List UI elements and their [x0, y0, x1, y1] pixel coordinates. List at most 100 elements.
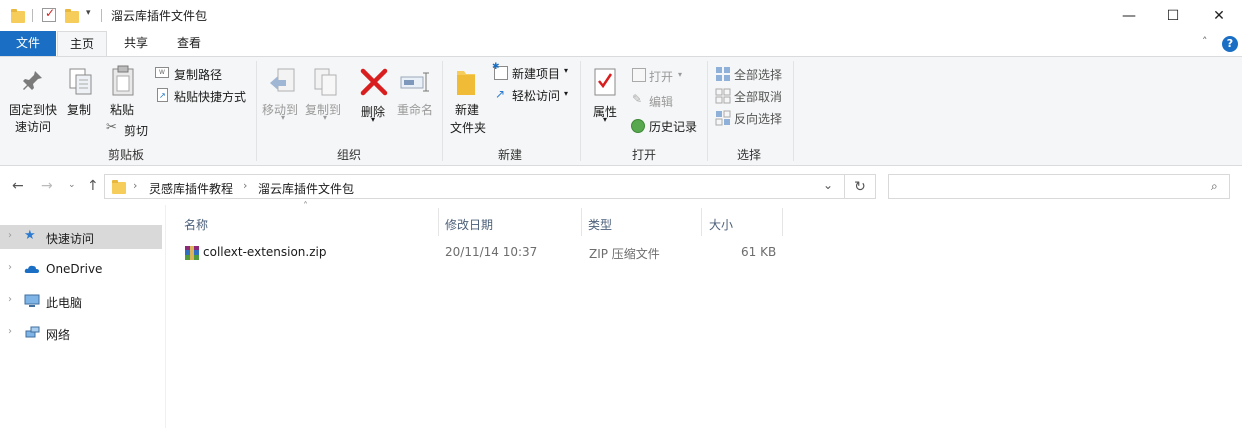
zip-archive-icon: [185, 246, 199, 260]
search-box[interactable]: ⌕: [888, 174, 1230, 199]
column-divider[interactable]: [701, 208, 702, 236]
select-all-label: 全部选择: [734, 68, 783, 82]
properties-quick-icon[interactable]: ✓: [42, 6, 56, 22]
easy-access-dropdown-icon: ▾: [564, 89, 569, 98]
breadcrumb-separator-icon: ›: [133, 179, 138, 192]
divider: [101, 9, 102, 22]
select-none-icon: [715, 88, 731, 104]
new-folder-icon: [457, 71, 475, 95]
file-modified: 20/11/14 10:37: [445, 245, 538, 259]
open-dropdown-icon: ▾: [678, 70, 683, 79]
copy-label: 复制: [67, 103, 92, 117]
folder-icon: [112, 180, 126, 194]
quick-access-dropdown-icon[interactable]: ▾: [86, 8, 91, 18]
column-header-size[interactable]: 大小: [709, 216, 733, 233]
tab-home[interactable]: 主页: [57, 31, 107, 57]
breadcrumb-item[interactable]: 灵感库插件教程: [149, 180, 233, 197]
collapse-ribbon-icon[interactable]: ˄: [1202, 35, 1208, 48]
ribbon-tabs: 文件 主页 共享 查看 ˄ ?: [0, 31, 1242, 57]
move-to-dropdown-icon: ▾: [281, 113, 286, 122]
help-icon[interactable]: ?: [1222, 36, 1238, 52]
rename-label: 重命名: [397, 103, 434, 117]
pin-label-line2: 速访问: [15, 120, 52, 134]
column-divider[interactable]: [581, 208, 582, 236]
paste-shortcut-icon: ↗: [157, 88, 168, 102]
back-arrow-icon[interactable]: ←: [12, 178, 24, 194]
tab-view[interactable]: 查看: [163, 31, 215, 56]
invert-selection-icon: [715, 110, 731, 126]
rename-icon: [400, 72, 429, 92]
forward-arrow-icon[interactable]: →: [41, 178, 53, 194]
new-item-label: 新建项目: [512, 67, 561, 81]
column-header-modified[interactable]: 修改日期: [445, 216, 493, 233]
file-list: ˄ 名称 修改日期 类型 大小 collext-extension.zip 20…: [166, 201, 1242, 428]
edit-label: 编辑: [649, 95, 674, 109]
window-title: 溜云库插件文件包: [111, 9, 208, 23]
move-to-label: 移动到: [262, 103, 299, 117]
new-folder-quick-icon[interactable]: [65, 9, 79, 23]
easy-access-label: 轻松访问: [512, 89, 561, 103]
paste-shortcut-label: 粘贴快捷方式: [174, 90, 247, 104]
edit-icon: ✎: [632, 92, 643, 106]
group-divider: [442, 61, 443, 161]
expand-arrow-icon[interactable]: ›: [8, 230, 12, 241]
refresh-button[interactable]: ↻: [845, 174, 876, 199]
properties-icon: [594, 68, 616, 96]
copy-path-icon: W: [155, 67, 169, 78]
cloud-icon: [24, 265, 39, 273]
new-folder-label-line2: 文件夹: [450, 121, 487, 135]
history-label: 历史记录: [649, 120, 698, 134]
network-icon: [25, 326, 40, 338]
close-button[interactable]: ✕: [1196, 0, 1242, 31]
new-group-label: 新建: [498, 148, 523, 162]
open-label: 打开: [649, 70, 674, 84]
maximize-button[interactable]: ☐: [1150, 0, 1196, 31]
address-row: ← → ⌄ ↑ › 灵感库插件教程 › 溜云库插件文件包 ⌄ ↻ ⌕: [0, 167, 1242, 205]
nav-label: 此电脑: [46, 296, 83, 310]
column-header-name[interactable]: 名称: [184, 216, 208, 233]
tab-file[interactable]: 文件: [0, 31, 56, 56]
delete-dropdown-icon: ▾: [371, 115, 376, 124]
new-folder-label-line1: 新建: [455, 103, 480, 117]
pin-icon: [23, 71, 42, 90]
copy-icon: [69, 68, 92, 95]
breadcrumb-separator-icon: ›: [243, 179, 248, 192]
column-header-type[interactable]: 类型: [588, 216, 612, 233]
open-icon: [632, 68, 646, 82]
computer-icon: [24, 294, 40, 307]
paste-label: 粘贴: [110, 103, 135, 117]
group-divider: [580, 61, 581, 161]
breadcrumb-item[interactable]: 溜云库插件文件包: [258, 180, 354, 197]
divider: [32, 9, 33, 22]
expand-arrow-icon[interactable]: ›: [8, 294, 12, 305]
file-type: ZIP 压缩文件: [589, 247, 660, 261]
scissors-icon: ✂: [106, 120, 117, 135]
organize-group-label: 组织: [337, 148, 362, 162]
nav-label: OneDrive: [46, 262, 103, 276]
up-arrow-icon[interactable]: ↑: [87, 178, 99, 194]
invert-selection-label: 反向选择: [734, 112, 783, 126]
recent-locations-chevron-icon[interactable]: ⌄: [68, 180, 76, 190]
column-divider[interactable]: [782, 208, 783, 236]
expand-arrow-icon[interactable]: ›: [8, 326, 12, 337]
address-bar[interactable]: › 灵感库插件教程 › 溜云库插件文件包 ⌄: [104, 174, 845, 199]
column-divider[interactable]: [438, 208, 439, 236]
sort-ascending-icon: ˄: [303, 201, 308, 212]
clipboard-group-label: 剪贴板: [108, 148, 145, 162]
address-dropdown-chevron-icon[interactable]: ⌄: [823, 178, 833, 192]
navigation-pane: › ★ 快速访问 › OneDrive › 此电脑 › 网络: [0, 205, 166, 428]
search-icon: ⌕: [1211, 179, 1218, 193]
file-name[interactable]: collext-extension.zip: [203, 245, 326, 259]
group-divider: [793, 61, 794, 161]
nav-item-onedrive[interactable]: › OneDrive: [0, 257, 162, 281]
nav-item-network[interactable]: › 网络: [0, 321, 162, 345]
nav-item-this-pc[interactable]: › 此电脑: [0, 289, 162, 313]
expand-arrow-icon[interactable]: ›: [8, 262, 12, 273]
ribbon: 固定到快 速访问 复制 粘贴 W 复制路径 ↗ 粘贴快捷方式 ✂ 剪切 剪贴板 …: [0, 56, 1242, 166]
tab-share[interactable]: 共享: [110, 31, 162, 56]
copy-to-dropdown-icon: ▾: [323, 113, 328, 122]
minimize-button[interactable]: —: [1106, 0, 1152, 31]
nav-item-quick-access[interactable]: › ★ 快速访问: [0, 225, 162, 249]
easy-access-icon: ↗: [495, 87, 506, 101]
refresh-icon: ↻: [854, 178, 866, 195]
